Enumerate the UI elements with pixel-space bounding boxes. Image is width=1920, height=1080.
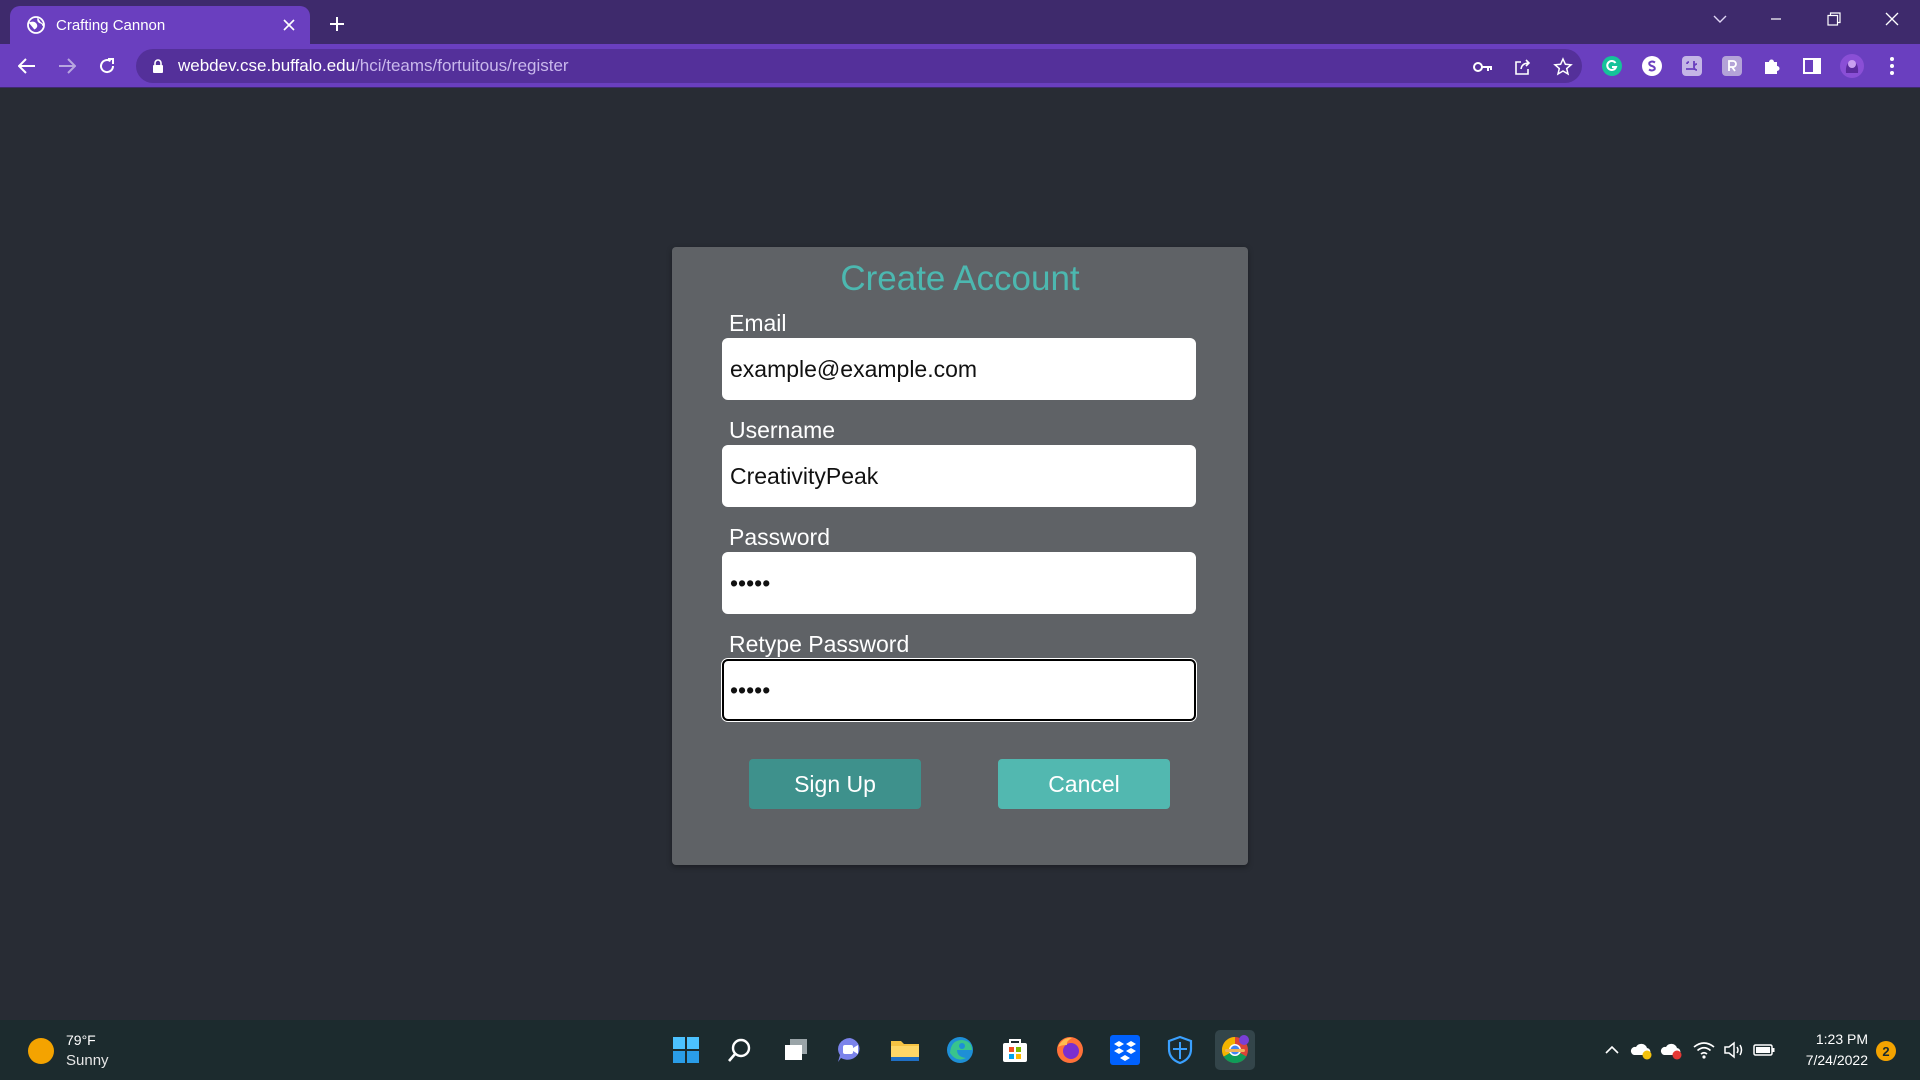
forward-arrow-icon xyxy=(59,58,76,74)
r-extension-icon[interactable] xyxy=(1719,53,1745,79)
lock-icon[interactable] xyxy=(150,58,166,74)
task-view-button[interactable] xyxy=(776,1030,816,1070)
start-button[interactable] xyxy=(666,1030,706,1070)
windows-icon xyxy=(673,1037,699,1063)
grammarly-extension-icon[interactable] xyxy=(1599,53,1625,79)
firefox-button[interactable] xyxy=(1050,1030,1090,1070)
create-account-card: Create Account Email Username Password R… xyxy=(672,247,1248,865)
reload-button[interactable] xyxy=(92,51,122,81)
new-tab-button[interactable] xyxy=(322,9,352,39)
restore-icon xyxy=(1827,12,1841,26)
battery-icon[interactable] xyxy=(1752,1038,1776,1062)
retype-password-label: Retype Password xyxy=(729,631,910,657)
email-label: Email xyxy=(729,310,787,336)
back-button[interactable] xyxy=(12,51,42,81)
tab-title: Crafting Cannon xyxy=(56,16,166,34)
close-window-button[interactable] xyxy=(1864,0,1920,38)
url-host: webdev.cse.buffalo.edu xyxy=(178,56,356,75)
folder-icon xyxy=(891,1041,919,1061)
close-icon[interactable] xyxy=(276,12,302,38)
dropbox-icon xyxy=(1110,1035,1140,1065)
show-hidden-icons-button[interactable] xyxy=(1600,1038,1624,1062)
username-field[interactable] xyxy=(722,445,1196,507)
chevron-up-icon xyxy=(1605,1045,1619,1054)
file-explorer-button[interactable] xyxy=(885,1030,925,1070)
store-icon xyxy=(1003,1039,1027,1062)
url-text: webdev.cse.buffalo.edu/hci/teams/fortuit… xyxy=(178,56,569,76)
password-field[interactable] xyxy=(722,552,1196,614)
tab-search-button[interactable] xyxy=(1692,0,1748,38)
teams-chat-button[interactable] xyxy=(830,1030,870,1070)
search-icon xyxy=(728,1038,751,1062)
url-path: /hci/teams/fortuitous/register xyxy=(355,56,569,75)
firefox-icon xyxy=(1057,1037,1083,1063)
plus-icon xyxy=(330,17,344,31)
password-label: Password xyxy=(729,524,830,550)
sign-up-button[interactable]: Sign Up xyxy=(749,759,921,809)
star-icon[interactable] xyxy=(1552,56,1574,78)
puzzle-icon[interactable] xyxy=(1759,53,1785,79)
email-field[interactable] xyxy=(722,338,1196,400)
forward-button[interactable] xyxy=(52,51,82,81)
page-content: Create Account Email Username Password R… xyxy=(0,89,1920,1020)
clock-date: 7/24/2022 xyxy=(1805,1052,1868,1068)
onedrive-error-icon[interactable] xyxy=(1660,1038,1684,1062)
taskbar: 79°F Sunny 1:23 PM 7/24/2022 2 xyxy=(0,1020,1920,1080)
kebab-menu-icon[interactable] xyxy=(1879,53,1905,79)
active-app-indicator xyxy=(1225,1049,1245,1052)
key-icon[interactable] xyxy=(1472,56,1494,78)
edge-browser-button[interactable] xyxy=(940,1030,980,1070)
cancel-button[interactable]: Cancel xyxy=(998,759,1170,809)
username-label: Username xyxy=(729,417,836,443)
microsoft-store-button[interactable] xyxy=(995,1030,1035,1070)
reload-icon xyxy=(100,58,115,74)
weather-temperature: 79°F xyxy=(66,1032,96,1048)
minimize-icon xyxy=(1771,18,1781,20)
address-bar[interactable]: webdev.cse.buffalo.edu/hci/teams/fortuit… xyxy=(136,49,1582,83)
page-title: Create Account xyxy=(840,259,1080,298)
wifi-icon[interactable] xyxy=(1692,1038,1716,1062)
chat-icon xyxy=(838,1038,860,1062)
notification-badge[interactable]: 2 xyxy=(1876,1041,1896,1061)
chevron-down-icon xyxy=(1713,15,1727,23)
restore-button[interactable] xyxy=(1806,0,1862,38)
dropbox-button[interactable] xyxy=(1105,1030,1145,1070)
shield-icon xyxy=(1167,1035,1193,1065)
sun-icon xyxy=(28,1038,54,1064)
clock-time: 1:23 PM xyxy=(1815,1031,1868,1047)
edge-icon xyxy=(947,1037,973,1063)
browser-toolbar: webdev.cse.buffalo.edu/hci/teams/fortuit… xyxy=(0,44,1920,88)
back-arrow-icon xyxy=(18,58,35,74)
side-panel-icon[interactable] xyxy=(1799,53,1825,79)
search-button[interactable] xyxy=(720,1030,760,1070)
profile-avatar[interactable] xyxy=(1839,53,1865,79)
volume-icon[interactable] xyxy=(1722,1038,1746,1062)
task-view-icon xyxy=(785,1039,807,1060)
minimize-button[interactable] xyxy=(1748,0,1804,38)
share-icon[interactable] xyxy=(1512,56,1534,78)
s-extension-icon[interactable] xyxy=(1639,53,1665,79)
browser-tab[interactable]: Crafting Cannon xyxy=(10,6,310,44)
close-icon xyxy=(1885,12,1899,26)
onedrive-warning-icon[interactable] xyxy=(1630,1038,1654,1062)
browser-tab-strip: Crafting Cannon xyxy=(0,0,1920,44)
retype-password-field[interactable] xyxy=(722,659,1196,721)
globe-icon xyxy=(27,16,45,34)
weather-condition: Sunny xyxy=(66,1052,109,1069)
sd-extension-icon[interactable] xyxy=(1679,53,1705,79)
defender-button[interactable] xyxy=(1160,1030,1200,1070)
